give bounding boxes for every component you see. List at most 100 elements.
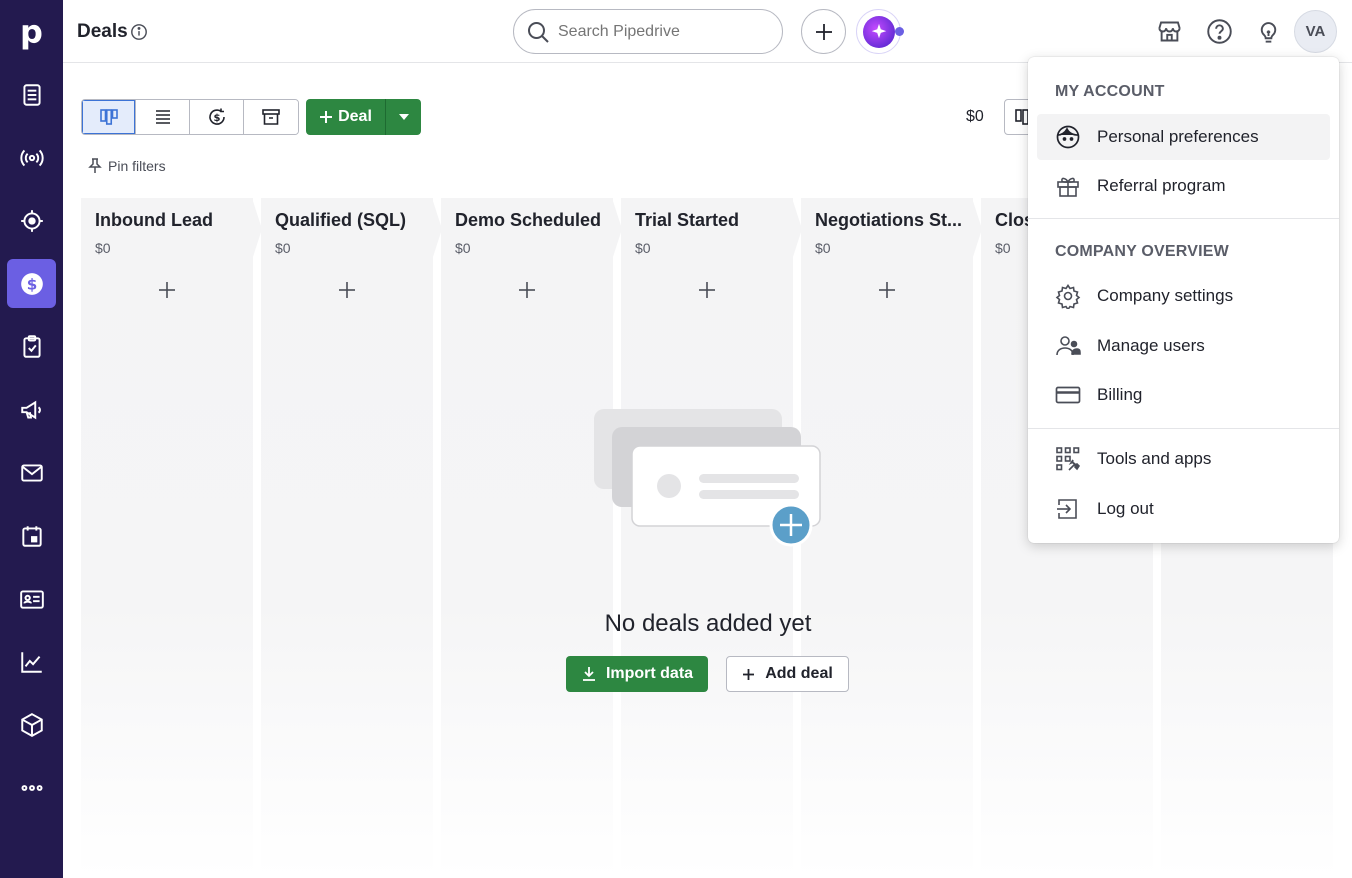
sidebar-item-deals[interactable]: $	[7, 259, 56, 308]
contact-card-icon	[19, 589, 44, 609]
pipeline-column: Demo Scheduled $0	[441, 198, 613, 878]
sparkle-icon	[862, 15, 895, 48]
info-icon[interactable]	[130, 23, 148, 41]
mail-icon	[20, 463, 43, 482]
pin-filters-label: Pin filters	[108, 158, 166, 174]
help-icon[interactable]	[1206, 18, 1233, 45]
pin-icon	[88, 158, 102, 173]
column-sum: $0	[455, 240, 471, 256]
empty-deals-illustration	[594, 409, 821, 547]
pipedrive-logo[interactable]: p	[0, 0, 63, 63]
add-deal-primary-button[interactable]: Deal	[306, 99, 385, 135]
import-data-button[interactable]: Import data	[566, 656, 708, 692]
add-deal-to-stage-button[interactable]	[513, 276, 541, 304]
stage-separator-chevron	[252, 198, 262, 260]
my-account-heading: MY ACCOUNT	[1055, 83, 1165, 100]
tools-grid-icon	[1056, 447, 1081, 471]
lightbulb-icon[interactable]	[1255, 18, 1282, 45]
column-sum: $0	[275, 240, 291, 256]
pipeline-view-button[interactable]	[82, 100, 136, 134]
more-icon	[20, 784, 43, 791]
billing-label: Billing	[1097, 385, 1143, 404]
stage-separator-chevron	[612, 198, 622, 260]
stage-separator-chevron	[792, 198, 802, 260]
plus-icon	[159, 282, 175, 298]
sidebar-item-mail[interactable]	[7, 448, 56, 497]
sidebar-item-projects[interactable]	[7, 196, 56, 245]
personal-preferences-label: Personal preferences	[1097, 127, 1259, 146]
menu-item-company-settings[interactable]: Company settings	[1037, 273, 1330, 319]
dollar-icon: $	[20, 272, 43, 295]
target-icon	[20, 209, 43, 232]
column-sum: $0	[995, 240, 1011, 256]
menu-item-billing[interactable]: Billing	[1037, 372, 1330, 418]
add-deal-to-stage-button[interactable]	[333, 276, 361, 304]
referral-program-label: Referral program	[1097, 176, 1226, 195]
sidebar-item-campaigns-radio[interactable]	[7, 133, 56, 182]
archive-icon	[262, 109, 280, 125]
sidebar-item-campaigns[interactable]	[7, 385, 56, 434]
sidebar-item-more[interactable]	[7, 763, 56, 812]
log-out-label: Log out	[1097, 499, 1154, 518]
stage-separator-chevron	[972, 198, 982, 260]
column-header[interactable]: Qualified (SQL) $0	[261, 198, 433, 260]
radio-icon	[19, 149, 44, 166]
ai-status-dot	[895, 27, 904, 36]
search-icon	[528, 22, 549, 43]
menu-divider	[1028, 218, 1339, 219]
column-header[interactable]: Trial Started $0	[621, 198, 793, 260]
add-deal-dropdown-button[interactable]	[385, 99, 421, 135]
menu-item-referral-program[interactable]: Referral program	[1037, 163, 1330, 209]
menu-item-manage-users[interactable]: Manage users	[1037, 323, 1330, 369]
add-deal-to-stage-button[interactable]	[873, 276, 901, 304]
logo-letter: p	[20, 12, 43, 51]
forecast-icon: $	[208, 108, 225, 125]
menu-item-log-out[interactable]: Log out	[1037, 486, 1330, 532]
column-header[interactable]: Demo Scheduled $0	[441, 198, 613, 260]
plus-icon	[879, 282, 895, 298]
pipeline-column: Qualified (SQL) $0	[261, 198, 433, 878]
sidebar-item-products[interactable]	[7, 700, 56, 749]
svg-text:$: $	[26, 275, 37, 293]
face-icon	[1056, 125, 1080, 149]
sidebar-item-contacts[interactable]	[7, 574, 56, 623]
column-sum: $0	[95, 240, 111, 256]
leads-icon	[22, 83, 41, 106]
quick-add-button[interactable]	[801, 9, 846, 54]
menu-divider	[1028, 428, 1339, 429]
user-avatar[interactable]: VA	[1294, 10, 1337, 53]
forecast-view-button[interactable]: $	[190, 100, 244, 134]
add-deal-label: Add deal	[765, 665, 833, 682]
add-deal-to-stage-button[interactable]	[153, 276, 181, 304]
gift-icon	[1057, 177, 1079, 197]
menu-item-personal-preferences[interactable]: Personal preferences	[1037, 114, 1330, 160]
add-deal-to-stage-button[interactable]	[693, 276, 721, 304]
search-input[interactable]	[558, 22, 758, 41]
list-view-button[interactable]	[136, 100, 190, 134]
column-name: Inbound Lead	[95, 210, 213, 230]
add-deal-button[interactable]: Add deal	[726, 656, 849, 692]
clipboard-check-icon	[22, 334, 41, 358]
column-header[interactable]: Negotiations St... $0	[801, 198, 973, 260]
column-header[interactable]: Inbound Lead $0	[81, 198, 253, 260]
menu-item-tools-and-apps[interactable]: Tools and apps	[1037, 436, 1330, 482]
chart-icon	[20, 651, 42, 673]
sidebar-item-calendar[interactable]	[7, 511, 56, 560]
sidebar-item-leads[interactable]	[7, 70, 56, 119]
company-overview-heading: COMPANY OVERVIEW	[1055, 243, 1229, 260]
pipeline-total-value: $0	[966, 108, 984, 125]
megaphone-icon	[20, 400, 41, 419]
archive-view-button[interactable]	[244, 100, 298, 134]
box-icon	[20, 712, 43, 737]
manage-users-label: Manage users	[1097, 336, 1205, 355]
plus-icon	[743, 668, 755, 680]
pin-filters-button[interactable]: Pin filters	[88, 158, 166, 174]
search-box[interactable]	[513, 9, 783, 54]
marketplace-store-icon[interactable]	[1156, 18, 1183, 45]
sidebar-item-activities[interactable]	[7, 322, 56, 371]
column-name: Demo Scheduled	[455, 210, 602, 230]
list-icon	[155, 110, 170, 124]
kanban-icon	[99, 109, 118, 125]
sidebar-item-insights[interactable]	[7, 637, 56, 686]
import-data-label: Import data	[605, 665, 694, 682]
